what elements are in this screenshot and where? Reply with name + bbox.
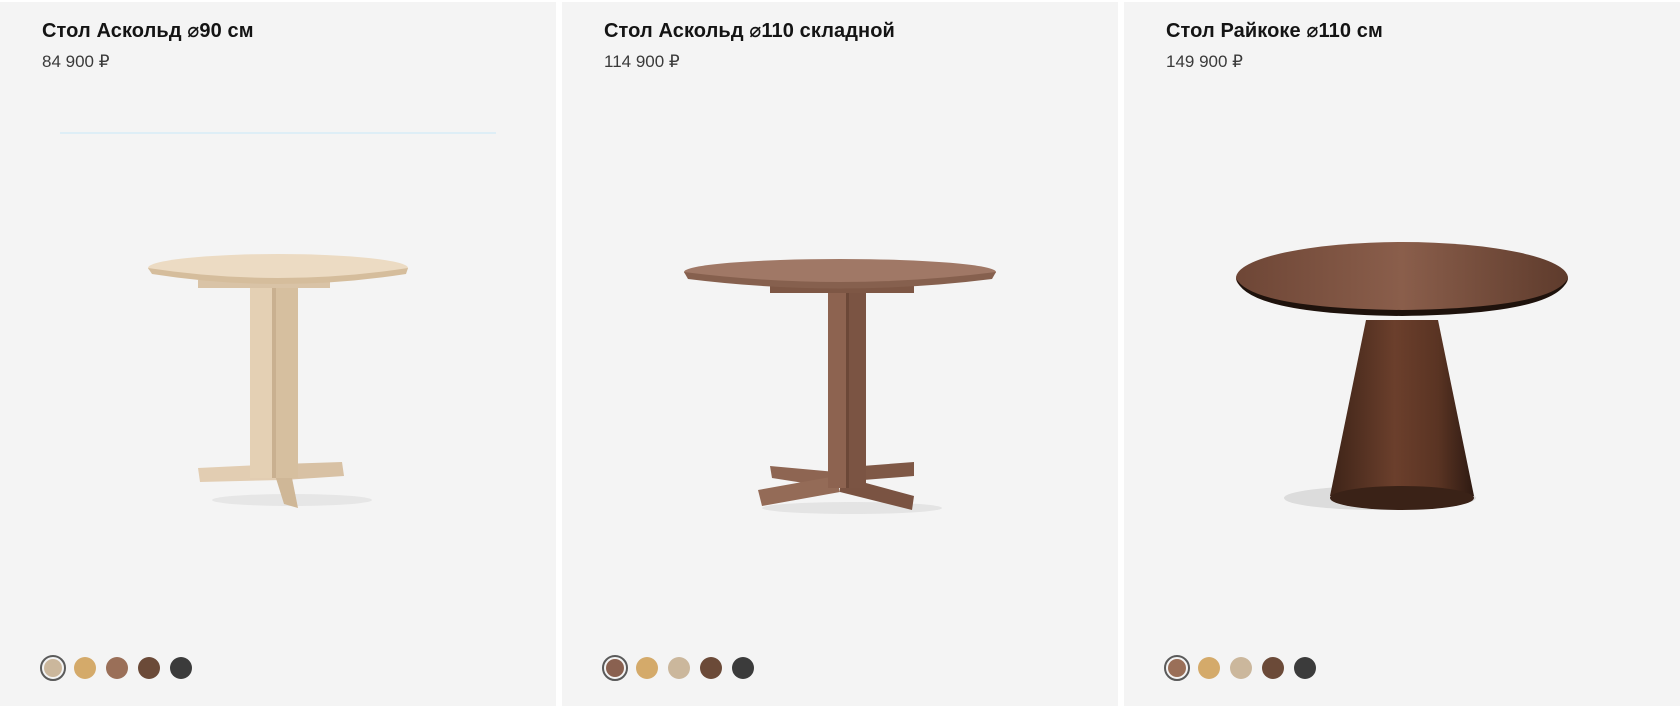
- color-swatches: [602, 655, 756, 681]
- color-swatch[interactable]: [168, 655, 194, 681]
- swatch-dot: [106, 657, 128, 679]
- product-price: 84 900 ₽: [42, 52, 110, 71]
- color-swatch[interactable]: [730, 655, 756, 681]
- swatch-dot: [74, 657, 96, 679]
- swatch-dot: [1262, 657, 1284, 679]
- swatch-dot: [732, 657, 754, 679]
- product-card-raikoke-110[interactable]: Стол Райкоке ⌀110 см 149 900 ₽: [1124, 2, 1680, 706]
- color-swatch[interactable]: [136, 655, 162, 681]
- color-swatch[interactable]: [104, 655, 130, 681]
- color-swatches: [1164, 655, 1318, 681]
- color-swatch-selected[interactable]: [602, 655, 628, 681]
- swatch-dot: [606, 659, 624, 677]
- product-title[interactable]: Стол Аскольд ⌀110 складной: [604, 18, 895, 43]
- product-price: 114 900 ₽: [604, 52, 680, 71]
- swatch-dot: [138, 657, 160, 679]
- product-grid: Стол Аскольд ⌀90 см 84 900 ₽ Стол Асколь…: [0, 0, 1680, 708]
- product-image-cone-base-table[interactable]: [1184, 132, 1620, 568]
- product-image-light-oak-table[interactable]: [60, 132, 496, 568]
- swatch-dot: [1198, 657, 1220, 679]
- color-swatch[interactable]: [1292, 655, 1318, 681]
- product-title[interactable]: Стол Райкоке ⌀110 см: [1166, 18, 1383, 43]
- swatch-dot: [170, 657, 192, 679]
- product-image-walnut-table[interactable]: [622, 132, 1058, 568]
- color-swatch[interactable]: [1260, 655, 1286, 681]
- swatch-dot: [668, 657, 690, 679]
- product-card-askold-110-folding[interactable]: Стол Аскольд ⌀110 складной 114 900 ₽: [562, 2, 1118, 706]
- swatch-dot: [1294, 657, 1316, 679]
- color-swatch[interactable]: [698, 655, 724, 681]
- color-swatch[interactable]: [1196, 655, 1222, 681]
- swatch-dot: [1230, 657, 1252, 679]
- color-swatch[interactable]: [634, 655, 660, 681]
- color-swatch-selected[interactable]: [1164, 655, 1190, 681]
- color-swatch[interactable]: [72, 655, 98, 681]
- swatch-dot: [1168, 659, 1186, 677]
- color-swatch-selected[interactable]: [40, 655, 66, 681]
- color-swatches: [40, 655, 194, 681]
- product-price: 149 900 ₽: [1166, 52, 1243, 71]
- swatch-dot: [44, 659, 62, 677]
- product-card-askold-90[interactable]: Стол Аскольд ⌀90 см 84 900 ₽: [0, 2, 556, 706]
- product-title[interactable]: Стол Аскольд ⌀90 см: [42, 18, 254, 43]
- swatch-dot: [636, 657, 658, 679]
- color-swatch[interactable]: [1228, 655, 1254, 681]
- swatch-dot: [700, 657, 722, 679]
- color-swatch[interactable]: [666, 655, 692, 681]
